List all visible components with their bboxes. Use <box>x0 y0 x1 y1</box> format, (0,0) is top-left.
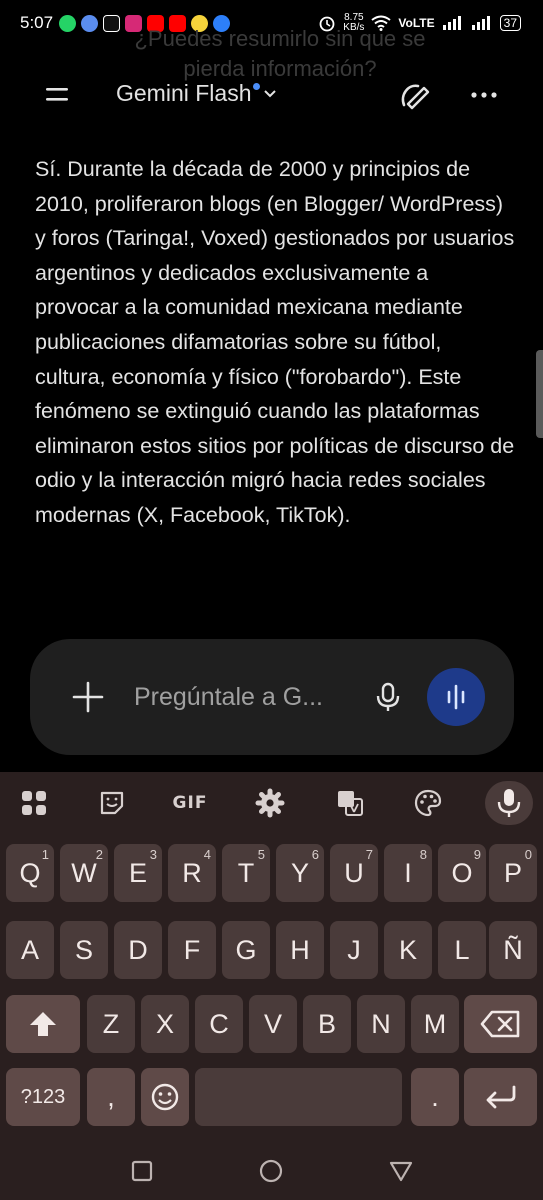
key-s[interactable]: S <box>60 921 108 979</box>
key-x[interactable]: X <box>141 995 189 1053</box>
key-g[interactable]: G <box>222 921 270 979</box>
tiktok-icon <box>103 14 121 32</box>
key-m[interactable]: M <box>411 995 459 1053</box>
shift-icon <box>30 1012 56 1036</box>
new-chat-button[interactable] <box>394 78 434 112</box>
mic-icon <box>376 682 400 711</box>
home-button[interactable] <box>258 1158 284 1184</box>
scroll-handle[interactable] <box>536 350 543 438</box>
enter-key[interactable] <box>464 1068 537 1126</box>
symbols-key[interactable]: ?123 <box>6 1068 80 1126</box>
key-e[interactable]: E3 <box>114 844 162 902</box>
key-v[interactable]: V <box>249 995 297 1053</box>
key-p[interactable]: P0 <box>489 844 537 902</box>
model-response-text: Sí. Durante la década de 2000 y principi… <box>35 157 515 527</box>
emoji-smile-icon <box>151 1083 179 1111</box>
theme-button[interactable] <box>408 786 448 820</box>
prompt-bar <box>30 639 514 755</box>
translate-icon <box>338 791 363 816</box>
key-u[interactable]: U7 <box>330 844 378 902</box>
comma-key[interactable]: , <box>87 1068 135 1126</box>
keyboard: GIF Q1 W2 E3 R4 T5 Y6 U7 I8 O9 P0 A S D … <box>0 772 543 1200</box>
gear-icon <box>255 788 285 818</box>
palette-icon <box>414 789 442 817</box>
key-f[interactable]: F <box>168 921 216 979</box>
menu-icon <box>46 88 68 101</box>
live-mode-button[interactable] <box>427 668 485 726</box>
signal-icon <box>442 16 461 30</box>
square-icon <box>131 1160 153 1182</box>
key-b[interactable]: B <box>303 995 351 1053</box>
key-c[interactable]: C <box>195 995 243 1053</box>
status-time: 5:07 <box>20 13 54 32</box>
key-i[interactable]: I8 <box>384 844 432 902</box>
chevron-down-icon <box>264 89 277 97</box>
key-w[interactable]: W2 <box>60 844 108 902</box>
settings-button[interactable] <box>250 786 290 820</box>
backspace-key[interactable] <box>464 995 537 1053</box>
gif-button[interactable]: GIF <box>170 786 210 820</box>
key-q[interactable]: Q1 <box>6 844 54 902</box>
key-t[interactable]: T5 <box>222 844 270 902</box>
key-l[interactable]: L <box>438 921 486 979</box>
app-header: Gemini Flash <box>0 70 543 120</box>
voice-input-button[interactable] <box>372 679 404 715</box>
shift-key[interactable] <box>6 995 80 1053</box>
recents-button[interactable] <box>129 1158 155 1184</box>
backspace-icon <box>480 1010 519 1038</box>
period-key[interactable]: . <box>411 1068 459 1126</box>
key-j[interactable]: J <box>330 921 378 979</box>
space-bar[interactable] <box>195 1068 402 1126</box>
sticker-button[interactable] <box>92 786 132 820</box>
key-k[interactable]: K <box>384 921 432 979</box>
battery-indicator: 37 <box>499 15 521 31</box>
emoji-key[interactable] <box>141 1068 189 1126</box>
key-n-tilde[interactable]: Ñ <box>489 921 537 979</box>
more-options-button[interactable] <box>466 82 502 108</box>
more-vert-icon <box>471 92 497 98</box>
key-y[interactable]: Y6 <box>276 844 324 902</box>
prompt-input[interactable] <box>134 677 354 717</box>
plus-icon <box>72 681 104 713</box>
keyboard-voice-button[interactable] <box>485 781 533 825</box>
apps-grid-button[interactable] <box>14 786 54 820</box>
messenger-icon <box>81 14 99 32</box>
back-button[interactable] <box>388 1158 414 1184</box>
key-d[interactable]: D <box>114 921 162 979</box>
model-name: Gemini Flash <box>116 80 252 106</box>
system-nav-bar <box>0 1140 543 1200</box>
mic-icon <box>497 789 521 817</box>
apps-grid-icon <box>22 791 46 815</box>
key-a[interactable]: A <box>6 921 54 979</box>
new-badge-dot <box>253 83 261 90</box>
translate-button[interactable] <box>330 786 370 820</box>
key-h[interactable]: H <box>276 921 324 979</box>
sticker-icon <box>100 791 124 815</box>
key-n[interactable]: N <box>357 995 405 1053</box>
circle-icon <box>259 1159 283 1183</box>
triangle-down-icon <box>389 1161 413 1182</box>
model-selector[interactable]: Gemini Flash <box>116 80 278 107</box>
audio-waveform-icon <box>447 684 465 710</box>
edit-pen-icon <box>401 84 430 110</box>
enter-icon <box>486 1085 515 1109</box>
key-o[interactable]: O9 <box>438 844 486 902</box>
key-z[interactable]: Z <box>87 995 135 1053</box>
whatsapp-icon <box>59 14 77 32</box>
add-attachment-button[interactable] <box>70 679 106 715</box>
key-r[interactable]: R4 <box>168 844 216 902</box>
signal-icon-2 <box>471 16 490 30</box>
keyboard-toolbar: GIF <box>0 772 543 834</box>
menu-button[interactable] <box>40 82 74 108</box>
